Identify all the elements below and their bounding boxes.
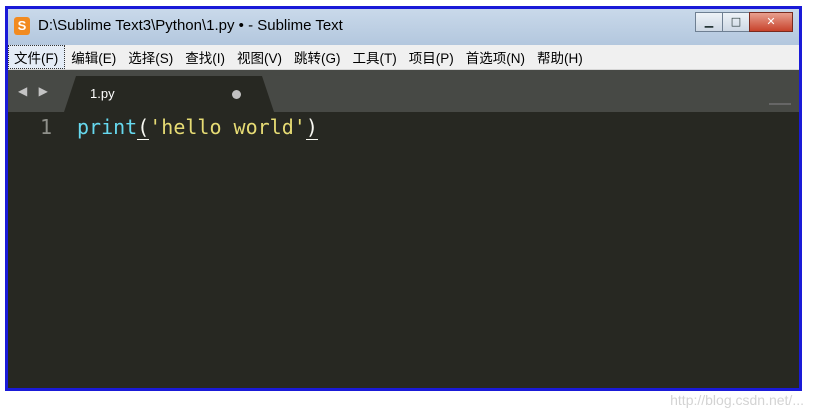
menu-help[interactable]: 帮助(H) <box>532 46 589 68</box>
line-number: 1 <box>39 115 52 139</box>
tab-label: 1.py <box>90 86 115 101</box>
menu-selection[interactable]: 选择(S) <box>123 46 179 68</box>
menu-file[interactable]: 文件(F) <box>8 45 66 69</box>
app-window: S D:\Sublime Text3\Python\1.py • - Subli… <box>5 6 802 391</box>
menu-preferences[interactable]: 首选项(N) <box>461 46 531 68</box>
token-string: 'hello world' <box>149 115 306 139</box>
watermark: http://blog.csdn.net/... <box>670 392 804 408</box>
menu-bar: 文件(F) 编辑(E) 选择(S) 查找(I) 视图(V) 跳转(G) 工具(T… <box>8 45 799 70</box>
code-line[interactable]: print('hello world') <box>77 115 318 140</box>
token-open-paren: ( <box>137 115 150 140</box>
tab-nav-arrows-icon[interactable]: ◀ ▶ <box>18 84 52 98</box>
menu-edit[interactable]: 编辑(E) <box>66 46 122 68</box>
menu-tools[interactable]: 工具(T) <box>348 46 403 68</box>
title-bar: S D:\Sublime Text3\Python\1.py • - Subli… <box>8 9 799 45</box>
editor-area[interactable]: 1 print('hello world') <box>8 112 799 388</box>
menu-goto[interactable]: 跳转(G) <box>289 46 347 68</box>
window-title: D:\Sublime Text3\Python\1.py • - Sublime… <box>38 17 343 34</box>
menu-find[interactable]: 查找(I) <box>180 46 231 68</box>
unsaved-dot-icon[interactable] <box>232 90 241 99</box>
minimap[interactable] <box>769 103 791 105</box>
token-close-paren: ) <box>305 115 318 140</box>
menu-view[interactable]: 视图(V) <box>232 46 288 68</box>
tab-strip: ◀ ▶ 1.py <box>8 70 799 112</box>
sublime-logo-icon: S <box>14 17 30 35</box>
menu-project[interactable]: 项目(P) <box>404 46 460 68</box>
close-button[interactable]: ✕ <box>749 12 793 32</box>
token-function: print <box>77 115 138 139</box>
maximize-button[interactable]: □ <box>722 12 750 32</box>
window-controls: ▁ □ ✕ <box>695 12 793 32</box>
tab-1-py[interactable]: 1.py <box>64 76 274 112</box>
minimize-button[interactable]: ▁ <box>695 12 723 32</box>
